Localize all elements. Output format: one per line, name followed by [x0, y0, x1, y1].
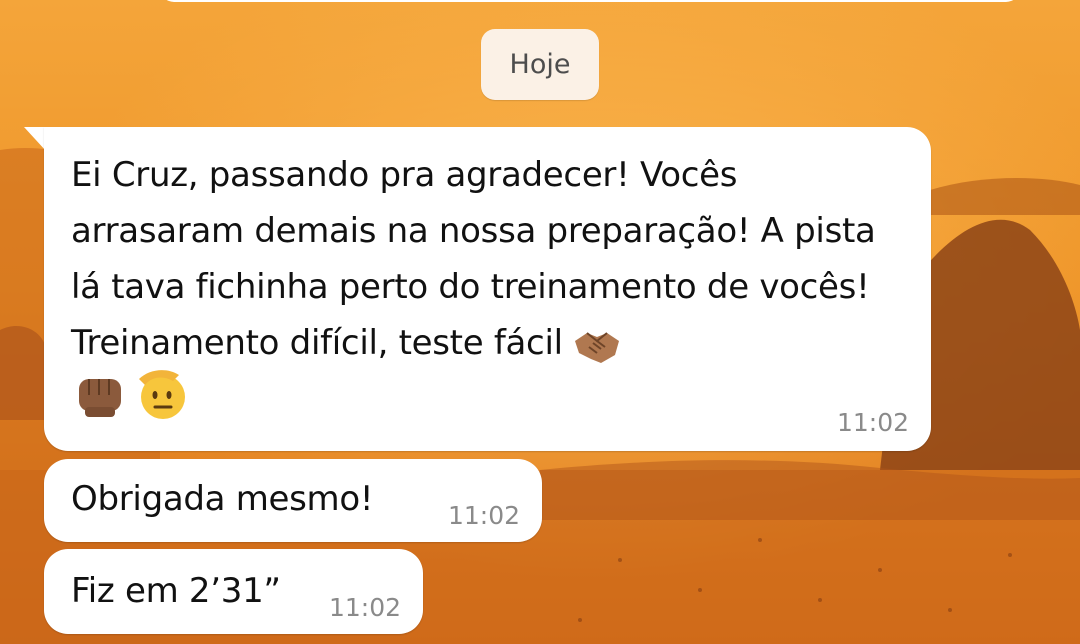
date-separator-chip: Hoje — [481, 29, 599, 100]
previous-message-bubble-edge[interactable] — [160, 0, 1020, 2]
message-bubble-tail — [24, 127, 46, 151]
message-timestamp: 11:02 — [836, 408, 909, 437]
message-text: Obrigada mesmo! — [71, 479, 374, 519]
handshake-emoji-icon — [574, 331, 619, 363]
message-text: Fiz em 2’31” — [71, 571, 281, 611]
emoji-row — [71, 365, 191, 423]
incoming-message-bubble[interactable]: Fiz em 2’31” 11:02 — [44, 549, 423, 634]
message-text: Ei Cruz, passando pra agradecer! Vocês a… — [71, 147, 911, 371]
incoming-message-bubble[interactable]: Ei Cruz, passando pra agradecer! Vocês a… — [44, 127, 931, 451]
message-timestamp: 11:02 — [447, 501, 520, 530]
saluting-face-emoji-icon — [139, 370, 185, 419]
incoming-message-bubble[interactable]: Obrigada mesmo! 11:02 — [44, 459, 542, 542]
fist-emoji-icon — [79, 379, 121, 417]
message-timestamp: 11:02 — [328, 593, 401, 622]
